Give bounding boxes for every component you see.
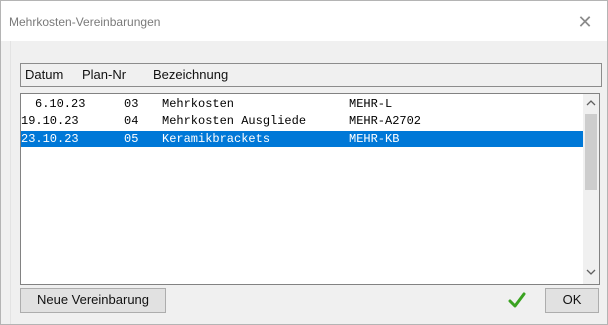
cell-bezeichnung: Keramikbrackets	[162, 132, 271, 146]
cell-code: MEHR-A2702	[349, 114, 422, 128]
cell-code: MEHR-KB	[349, 132, 400, 146]
table-header: Datum Plan-Nr Bezeichnung	[20, 63, 602, 87]
cell-datum: 23.10.23	[21, 132, 79, 146]
chevron-down-icon[interactable]	[583, 266, 599, 282]
column-header-datum[interactable]: Datum	[25, 67, 63, 82]
window-title: Mehrkosten-Vereinbarungen	[9, 15, 161, 29]
vertical-scrollbar[interactable]	[583, 94, 599, 284]
chevron-up-icon[interactable]	[583, 96, 599, 112]
scrollbar-thumb[interactable]	[585, 114, 597, 190]
cell-datum: 19.10.23	[21, 114, 79, 128]
close-button[interactable]: ✕	[563, 1, 607, 41]
table-row-selected[interactable]: 23.10.23 05 Keramikbrackets MEHR-KB	[21, 131, 583, 147]
agreements-list[interactable]: 6.10.23 03 Mehrkosten MEHR-L 19.10.23 04…	[20, 93, 600, 285]
cell-plan-nr: 05	[124, 132, 139, 146]
new-agreement-button[interactable]: Neue Vereinbarung	[20, 288, 166, 313]
table-row[interactable]: 6.10.23 03 Mehrkosten MEHR-L	[21, 96, 583, 112]
ok-button[interactable]: OK	[545, 288, 599, 313]
column-header-plan-nr[interactable]: Plan-Nr	[82, 67, 126, 82]
window-left-border	[1, 41, 11, 324]
cell-bezeichnung: Mehrkosten Ausgliede	[162, 114, 307, 128]
close-icon: ✕	[577, 12, 593, 32]
cell-bezeichnung: Mehrkosten	[162, 97, 235, 111]
table-row[interactable]: 19.10.23 04 Mehrkosten Ausgliede MEHR-A2…	[21, 113, 583, 129]
checkmark-icon	[508, 292, 526, 308]
dialog-window: Mehrkosten-Vereinbarungen ✕ Datum Plan-N…	[0, 0, 608, 325]
cell-plan-nr: 04	[124, 114, 139, 128]
column-header-bezeichnung[interactable]: Bezeichnung	[153, 67, 228, 82]
cell-code: MEHR-L	[349, 97, 393, 111]
cell-plan-nr: 03	[124, 97, 139, 111]
cell-datum: 6.10.23	[35, 97, 86, 111]
title-bar: Mehrkosten-Vereinbarungen ✕	[1, 1, 607, 41]
